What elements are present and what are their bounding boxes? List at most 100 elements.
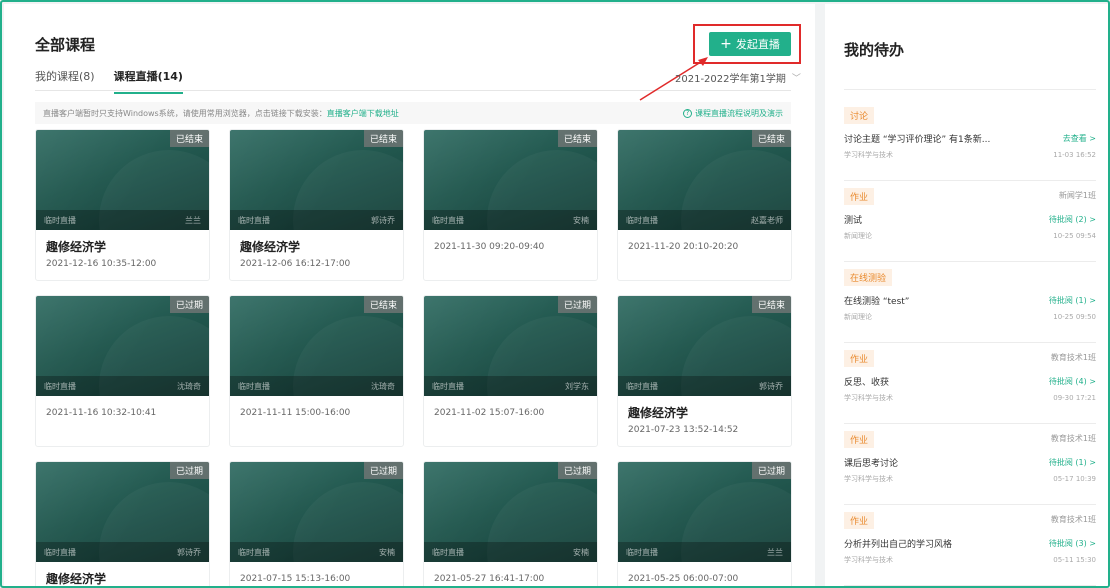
todo-item[interactable]: 在线测验 在线测验 “test” 待批阅 (1) > 新闻理论 10-25 09…	[844, 262, 1096, 343]
thumbnail-caption: 临时直播 沈琦奇	[36, 376, 209, 396]
todo-main-row: 分析并列出自己的学习风格 待批阅 (3) >	[844, 537, 1096, 550]
todo-action-link[interactable]: 待批阅 (2) >	[1049, 214, 1096, 225]
card-body: 2021-05-27 16:41-17:00	[424, 562, 597, 586]
live-type: 临时直播	[626, 547, 658, 557]
todo-action-link[interactable]: 去查看 >	[1063, 133, 1096, 144]
question-circle-icon: ?	[683, 108, 692, 118]
card-time: 2021-11-02 15:07-16:00	[434, 408, 545, 418]
card-body: 2021-11-02 15:07-16:00	[424, 396, 597, 426]
card-body: 2021-11-30 09:20-09:40	[424, 230, 597, 260]
live-host: 安楠	[573, 215, 589, 225]
card-body: 2021-11-20 20:10-20:20	[618, 230, 791, 260]
todo-class: 新闻学1班	[1058, 191, 1096, 200]
live-card-grid: 已结束 临时直播 兰兰 趣修经济学 2021-12-16 10:35-12:00…	[35, 129, 792, 586]
live-host: 沈琦奇	[371, 381, 395, 391]
card-time: 2021-12-06 16:12-17:00	[240, 259, 351, 269]
todo-sidebar: 我的待办 讨论 讨论主题 “学习评价理论” 有1条新... 去查看 > 学习科学…	[825, 4, 1108, 586]
status-badge: 已结束	[751, 130, 791, 147]
live-thumbnail: 已过期 临时直播 安楠	[230, 462, 403, 562]
live-host: 郭诗乔	[371, 215, 395, 225]
card-title: 趣修经济学	[628, 406, 689, 420]
help-link-label: 课程直播流程说明及演示	[695, 108, 783, 118]
live-type: 临时直播	[626, 381, 658, 391]
live-thumbnail: 已过期 临时直播 安楠	[424, 462, 597, 562]
todo-action-link[interactable]: 待批阅 (1) >	[1049, 295, 1096, 306]
todo-text: 讨论主题 “学习评价理论” 有1条新...	[844, 135, 991, 145]
live-thumbnail: 已结束 临时直播 沈琦奇	[230, 296, 403, 396]
status-badge: 已过期	[169, 462, 209, 479]
card-body: 趣修经济学 2021-07-23 13:52-14:52	[618, 396, 791, 443]
status-badge: 已结束	[363, 296, 403, 313]
live-card[interactable]: 已过期 临时直播 兰兰 2021-05-25 06:00-07:00	[617, 461, 792, 586]
todo-text: 反思、收获	[844, 378, 890, 388]
card-time: 2021-05-27 16:41-17:00	[434, 574, 545, 584]
live-type: 临时直播	[432, 381, 464, 391]
todo-item[interactable]: 作业 教育技术1班 反思、收获 待批阅 (4) > 学习科学与技术 09-30 …	[844, 343, 1096, 424]
todo-main-row: 测试 待批阅 (2) >	[844, 213, 1096, 226]
todo-meta-row: 新闻理论 10-25 09:50	[844, 307, 1096, 322]
todo-item[interactable]: 作业 新闻学1班 测试 待批阅 (2) > 新闻理论 10-25 09:54	[844, 181, 1096, 262]
thumbnail-caption: 临时直播 安楠	[424, 542, 597, 562]
todo-action-link[interactable]: 待批阅 (1) >	[1049, 457, 1096, 468]
thumbnail-caption: 临时直播 安楠	[230, 542, 403, 562]
client-notice: 直播客户端暂时只支持Windows系统，请使用常用浏览器，点击链接下载安装：直播…	[35, 102, 791, 124]
todo-main-row: 在线测验 “test” 待批阅 (1) >	[844, 294, 1096, 307]
card-body: 趣修经济学 2021-12-06 16:12-17:00	[230, 230, 403, 277]
live-card[interactable]: 已结束 临时直播 兰兰 趣修经济学 2021-12-16 10:35-12:00	[35, 129, 210, 281]
page-title: 全部课程	[35, 36, 96, 54]
todo-item[interactable]: 讨论 讨论主题 “学习评价理论” 有1条新... 去查看 > 学习科学与技术 1…	[844, 100, 1096, 181]
live-host: 兰兰	[767, 547, 783, 557]
todo-course: 新闻理论	[844, 313, 872, 321]
live-thumbnail: 已过期 临时直播 兰兰	[618, 462, 791, 562]
semester-select[interactable]: 2021-2022学年第1学期 ﹀	[675, 70, 801, 85]
card-time: 2021-11-20 20:10-20:20	[628, 242, 739, 252]
todo-action-link[interactable]: 待批阅 (4) >	[1049, 376, 1096, 387]
live-card[interactable]: 已结束 临时直播 安楠 2021-11-30 09:20-09:40	[423, 129, 598, 281]
todo-item[interactable]: 作业 教育技术1班 课后思考讨论 待批阅 (1) > 学习科学与技术 05-17…	[844, 424, 1096, 505]
main-panel: 全部课程 我的课程(8) 课程直播(14) + 发起直播 2021-2022学年…	[4, 4, 815, 586]
card-body: 2021-05-25 06:00-07:00	[618, 562, 791, 586]
card-body: 趣修经济学 2021-07-20 10:50-12:50	[36, 562, 209, 586]
live-thumbnail: 已过期 临时直播 沈琦奇	[36, 296, 209, 396]
status-badge: 已结束	[363, 130, 403, 147]
todo-course: 学习科学与技术	[844, 556, 893, 564]
todo-tag: 作业	[844, 350, 875, 367]
live-card[interactable]: 已结束 临时直播 赵嘉老师 2021-11-20 20:10-20:20	[617, 129, 792, 281]
live-type: 临时直播	[238, 547, 270, 557]
live-card[interactable]: 已结束 临时直播 沈琦奇 2021-11-11 15:00-16:00	[229, 295, 404, 447]
todo-course: 学习科学与技术	[844, 151, 893, 159]
live-card[interactable]: 已过期 临时直播 刘学东 2021-11-02 15:07-16:00	[423, 295, 598, 447]
live-card[interactable]: 已过期 临时直播 安楠 2021-07-15 15:13-16:00	[229, 461, 404, 586]
live-host: 安楠	[379, 547, 395, 557]
thumbnail-caption: 临时直播 郭诗乔	[618, 376, 791, 396]
todo-meta-row: 学习科学与技术 11-03 16:52	[844, 145, 1096, 160]
thumbnail-caption: 临时直播 兰兰	[36, 210, 209, 230]
live-card[interactable]: 已过期 临时直播 安楠 2021-05-27 16:41-17:00	[423, 461, 598, 586]
todo-class: 教育技术1班	[1050, 353, 1096, 362]
todo-text: 分析并列出自己的学习风格	[844, 540, 953, 550]
todo-action-link[interactable]: 待批阅 (3) >	[1049, 538, 1096, 549]
thumbnail-caption: 临时直播 郭诗乔	[36, 542, 209, 562]
live-card[interactable]: 已结束 临时直播 郭诗乔 趣修经济学 2021-07-23 13:52-14:5…	[617, 295, 792, 447]
live-thumbnail: 已结束 临时直播 安楠	[424, 130, 597, 230]
status-badge: 已过期	[557, 462, 597, 479]
todo-meta-row: 学习科学与技术 05-11 15:30	[844, 550, 1096, 565]
help-link[interactable]: ? 课程直播流程说明及演示	[683, 108, 783, 119]
todo-text: 在线测验 “test”	[844, 297, 910, 307]
live-card[interactable]: 已过期 临时直播 郭诗乔 趣修经济学 2021-07-20 10:50-12:5…	[35, 461, 210, 586]
download-link[interactable]: 直播客户端下载地址	[327, 109, 399, 118]
card-body: 2021-07-15 15:13-16:00	[230, 562, 403, 586]
notice-text: 直播客户端暂时只支持Windows系统，请使用常用浏览器，点击链接下载安装：	[43, 108, 327, 118]
live-thumbnail: 已过期 临时直播 刘学东	[424, 296, 597, 396]
live-card[interactable]: 已结束 临时直播 郭诗乔 趣修经济学 2021-12-06 16:12-17:0…	[229, 129, 404, 281]
todo-tag: 作业	[844, 512, 875, 529]
card-time: 2021-07-15 15:13-16:00	[240, 574, 351, 584]
todo-tag: 作业	[844, 431, 875, 448]
todo-item[interactable]: 作业 教育技术1班 分析并列出自己的学习风格 待批阅 (3) > 学习科学与技术…	[844, 505, 1096, 586]
live-host: 郭诗乔	[759, 381, 783, 391]
card-time: 2021-07-23 13:52-14:52	[628, 425, 739, 435]
status-badge: 已过期	[751, 462, 791, 479]
live-card[interactable]: 已过期 临时直播 沈琦奇 2021-11-16 10:32-10:41	[35, 295, 210, 447]
live-host: 刘学东	[565, 381, 589, 391]
sidebar-divider	[844, 89, 1096, 90]
